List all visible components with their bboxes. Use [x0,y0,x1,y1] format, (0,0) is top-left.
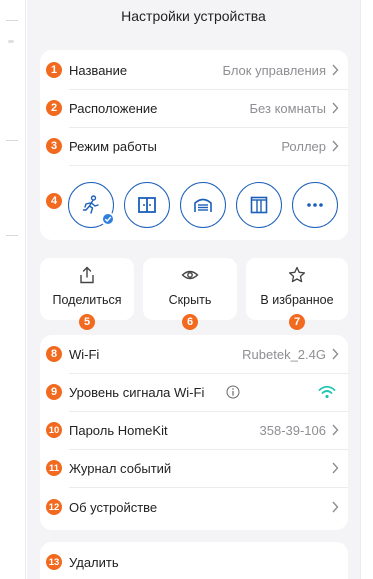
marker-12: 12 [46,499,62,515]
hide-button[interactable]: Скрыть 6 [143,258,237,330]
marker-4: 4 [46,193,62,209]
marker-6: 6 [182,314,198,330]
device-settings-card: 1 Название Блок управления 2 Расположени… [40,50,348,240]
setting-row-wifi[interactable]: 8 Wi-Fi Rubetek_2.4G [40,336,348,372]
marker-5: 5 [79,314,95,330]
marker-13: 13 [46,554,62,570]
action-label: Скрыть [168,293,212,307]
setting-row-signal: 9 Уровень сигнала Wi-Fi [40,374,348,410]
network-settings-card: 8 Wi-Fi Rubetek_2.4G 9 Уровень сигнала W… [40,335,348,530]
marker-2: 2 [46,100,62,116]
mode-button-garage[interactable] [180,182,226,228]
mode-button-more[interactable] [292,182,338,228]
eye-icon [181,270,199,280]
setting-label: Об устройстве [69,499,158,515]
setting-value: Rubetek_2.4G [242,346,326,362]
setting-label: Wi-Fi [69,346,100,362]
marker-8: 8 [46,346,62,362]
setting-label: Режим работы [69,138,157,154]
marker-3: 3 [46,138,62,154]
action-label: Поделиться [52,293,122,307]
setting-value: 358-39-106 [259,422,327,438]
setting-label: Расположение [69,100,158,116]
wifi-signal-icon [318,385,336,399]
chevron-right-icon [332,501,339,513]
settings-screen: Настройки устройства 1 Название Блок упр… [27,0,360,579]
chevron-right-icon [332,140,339,152]
favorite-button[interactable]: В избранное 7 [246,258,348,330]
marker-9: 9 [46,384,62,400]
mode-button-curtain[interactable] [236,182,282,228]
setting-value: Роллер [281,138,326,154]
setting-label: Журнал событий [69,460,172,476]
left-edge-strip [0,0,26,579]
more-dots-icon [307,203,323,207]
setting-label: Уровень сигнала Wi-Fi [69,384,205,400]
running-person-icon [82,195,99,214]
setting-row-mode[interactable]: 3 Режим работы Роллер [40,128,348,164]
setting-row-name[interactable]: 1 Название Блок управления [40,52,348,88]
garage-door-icon [194,198,212,212]
setting-row-about-device[interactable]: 12 Об устройстве [40,489,348,525]
page-title: Настройки устройства [121,8,266,24]
delete-device-button[interactable]: 13 Удалить [40,544,348,579]
right-edge-strip [360,0,373,579]
chevron-right-icon [332,102,339,114]
setting-value: Без комнаты [249,100,326,116]
marker-11: 11 [46,460,62,476]
delete-label: Удалить [69,554,119,570]
share-button[interactable]: Поделиться 5 [40,258,134,330]
action-label: В избранное [260,293,334,307]
info-icon[interactable] [226,385,240,399]
marker-1: 1 [46,62,62,78]
setting-row-homekit-password[interactable]: 10 Пароль HomeKit 358-39-106 [40,412,348,448]
mode-selector: 4 [40,166,348,240]
share-icon [80,266,94,284]
chevron-right-icon [332,348,339,360]
selected-check-icon [101,212,115,226]
curtain-icon [250,196,268,214]
setting-label: Пароль HomeKit [69,422,168,438]
delete-card: 13 Удалить [40,542,348,579]
setting-row-event-log[interactable]: 11 Журнал событий [40,450,348,486]
setting-row-location[interactable]: 2 Расположение Без комнаты [40,90,348,126]
chevron-right-icon [332,462,339,474]
star-icon [288,266,306,283]
mode-button-window[interactable] [124,182,170,228]
chevron-right-icon [332,424,339,436]
window-icon [138,197,156,213]
chevron-right-icon [332,64,339,76]
marker-10: 10 [46,422,62,438]
mode-button-running[interactable] [68,182,115,228]
setting-label: Название [69,62,128,78]
setting-value: Блок управления [222,62,326,78]
marker-7: 7 [289,314,305,330]
